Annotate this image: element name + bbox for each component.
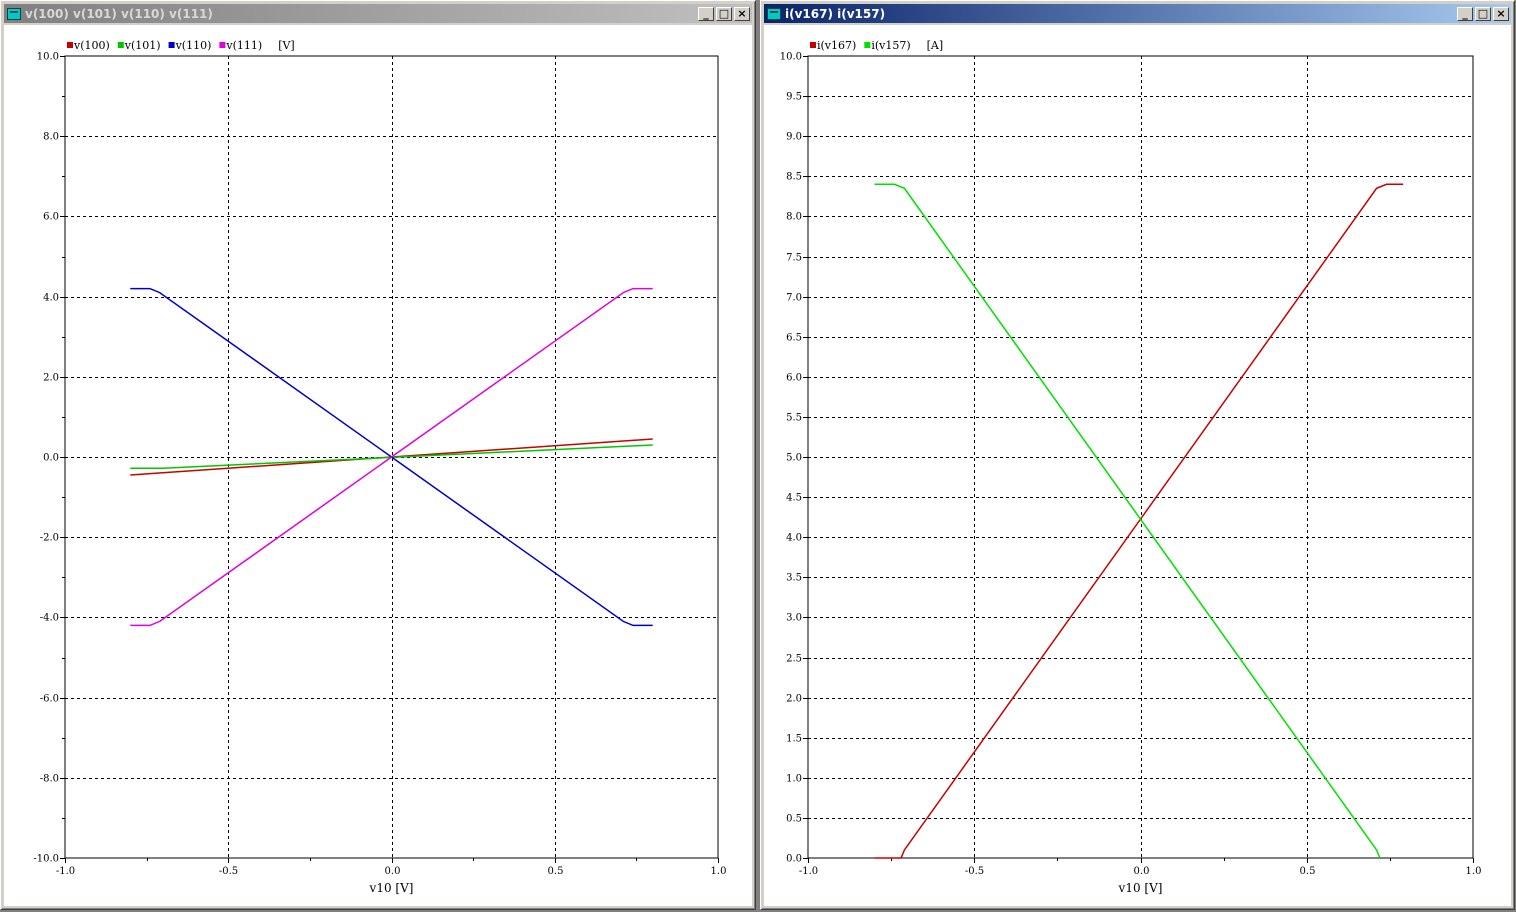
maximize-button[interactable]: □	[1475, 6, 1491, 21]
y-tick-label: 6.5	[786, 333, 802, 344]
window-app-icon[interactable]	[767, 7, 781, 20]
window-title: i(v167) i(v157)	[785, 6, 886, 21]
legend-entry: v(100)	[73, 39, 110, 52]
x-tick-label: -1.0	[56, 866, 75, 877]
legend-swatch	[117, 42, 124, 48]
y-tick-label: 1.5	[786, 734, 802, 745]
plot-window-voltages[interactable]: v(100) v(101) v(110) v(111) _ □ × -1.0 -0…	[0, 0, 756, 910]
y-tick-label: 9.0	[786, 132, 802, 143]
y-tick-label: 8.0	[43, 132, 59, 143]
x-tick-label: 0.5	[1300, 866, 1316, 877]
y-tick-label: 3.5	[786, 573, 802, 584]
x-tick-label: -0.5	[219, 866, 238, 877]
x-tick-label: -1.0	[799, 866, 818, 877]
y-tick-label: 10.0	[780, 52, 802, 63]
series-line-iv167	[874, 183, 1404, 859]
y-tick-label: -6.0	[40, 694, 59, 705]
plot-area[interactable]: -1.0 -0.5 0.0 0.5 1.0 10.0 8.0 6.0 4.0 2.0 0.0 -2.0…	[4, 25, 752, 906]
y-tick-label: -8.0	[40, 774, 59, 785]
legend-swatch	[168, 42, 175, 48]
series-line-v111	[130, 287, 653, 627]
legend-unit: [A]	[927, 39, 944, 52]
legend-entry: i(v157)	[871, 39, 910, 52]
y-tick-label: 9.5	[786, 92, 802, 103]
y-tick-label: 4.5	[786, 493, 802, 504]
y-tick-label: 3.0	[786, 613, 802, 624]
x-tick-label: 0.0	[385, 866, 401, 877]
x-tick-label: 0.5	[548, 866, 564, 877]
title-bar[interactable]: i(v167) i(v157) _ □ ×	[764, 4, 1511, 23]
y-tick-label: 2.5	[786, 654, 802, 665]
y-tick-label: 5.5	[786, 413, 802, 424]
y-tick-label: 2.0	[786, 694, 802, 705]
y-tick-label: -10.0	[33, 854, 59, 865]
close-button[interactable]: ×	[734, 6, 750, 21]
plot-window-currents[interactable]: i(v167) i(v157) _ □ × -1.0 -0.5 0.0 0.5 1.0 1…	[760, 0, 1515, 910]
legend-swatch	[219, 42, 226, 48]
legend-swatch	[67, 42, 73, 48]
y-tick-label: -4.0	[40, 613, 59, 624]
x-tick-label: 1.0	[1466, 866, 1482, 877]
y-tick-label: 0.0	[786, 854, 802, 865]
window-app-icon[interactable]	[7, 7, 21, 20]
legend-entry: v(101)	[124, 39, 161, 52]
y-tick-label: 6.0	[786, 373, 802, 384]
x-tick-label: -0.5	[965, 866, 984, 877]
x-axis-label: v10 [V]	[369, 881, 414, 895]
legend-unit: [V]	[278, 39, 295, 52]
y-tick-label: 4.0	[43, 293, 59, 304]
y-tick-label: 4.0	[786, 533, 802, 544]
title-bar[interactable]: v(100) v(101) v(110) v(111) _ □ ×	[4, 4, 752, 23]
y-tick-label: 5.0	[786, 453, 802, 464]
legend-entry: i(v167)	[817, 39, 856, 52]
legend-swatch	[810, 42, 816, 48]
plot-area[interactable]: -1.0 -0.5 0.0 0.5 1.0 10.0 9.5 9.0 8.5 8.0 7.5 7.0 6…	[764, 25, 1511, 906]
series-line-iv157	[874, 183, 1381, 859]
y-tick-label: 7.5	[786, 253, 802, 264]
y-tick-label: 0.0	[43, 453, 59, 464]
y-tick-label: -2.0	[40, 533, 59, 544]
y-tick-label: 0.5	[786, 814, 802, 825]
x-tick-label: 0.0	[1134, 866, 1150, 877]
minimize-button[interactable]: _	[1457, 6, 1473, 21]
x-axis-label: v10 [V]	[1118, 881, 1163, 895]
y-tick-label: 6.0	[43, 212, 59, 223]
y-tick-label: 2.0	[43, 373, 59, 384]
current-plot[interactable]: -1.0 -0.5 0.0 0.5 1.0 10.0 9.5 9.0 8.5 8.0 7.5 7.0 6…	[764, 25, 1511, 906]
minimize-button[interactable]: _	[698, 6, 714, 21]
y-tick-label: 10.0	[37, 52, 59, 63]
window-title: v(100) v(101) v(110) v(111)	[25, 6, 213, 21]
y-tick-label: 8.5	[786, 172, 802, 183]
maximize-button[interactable]: □	[716, 6, 732, 21]
legend-entry: v(110)	[175, 39, 212, 52]
close-button[interactable]: ×	[1493, 6, 1509, 21]
y-tick-label: 1.0	[786, 774, 802, 785]
legend-swatch	[864, 42, 871, 48]
y-tick-label: 7.0	[786, 293, 802, 304]
voltage-plot[interactable]: -1.0 -0.5 0.0 0.5 1.0 10.0 8.0 6.0 4.0 2.0 0.0 -2.0…	[4, 25, 752, 906]
x-tick-label: 1.0	[711, 866, 727, 877]
legend-entry: v(111)	[225, 39, 262, 52]
y-tick-label: 8.0	[786, 212, 802, 223]
